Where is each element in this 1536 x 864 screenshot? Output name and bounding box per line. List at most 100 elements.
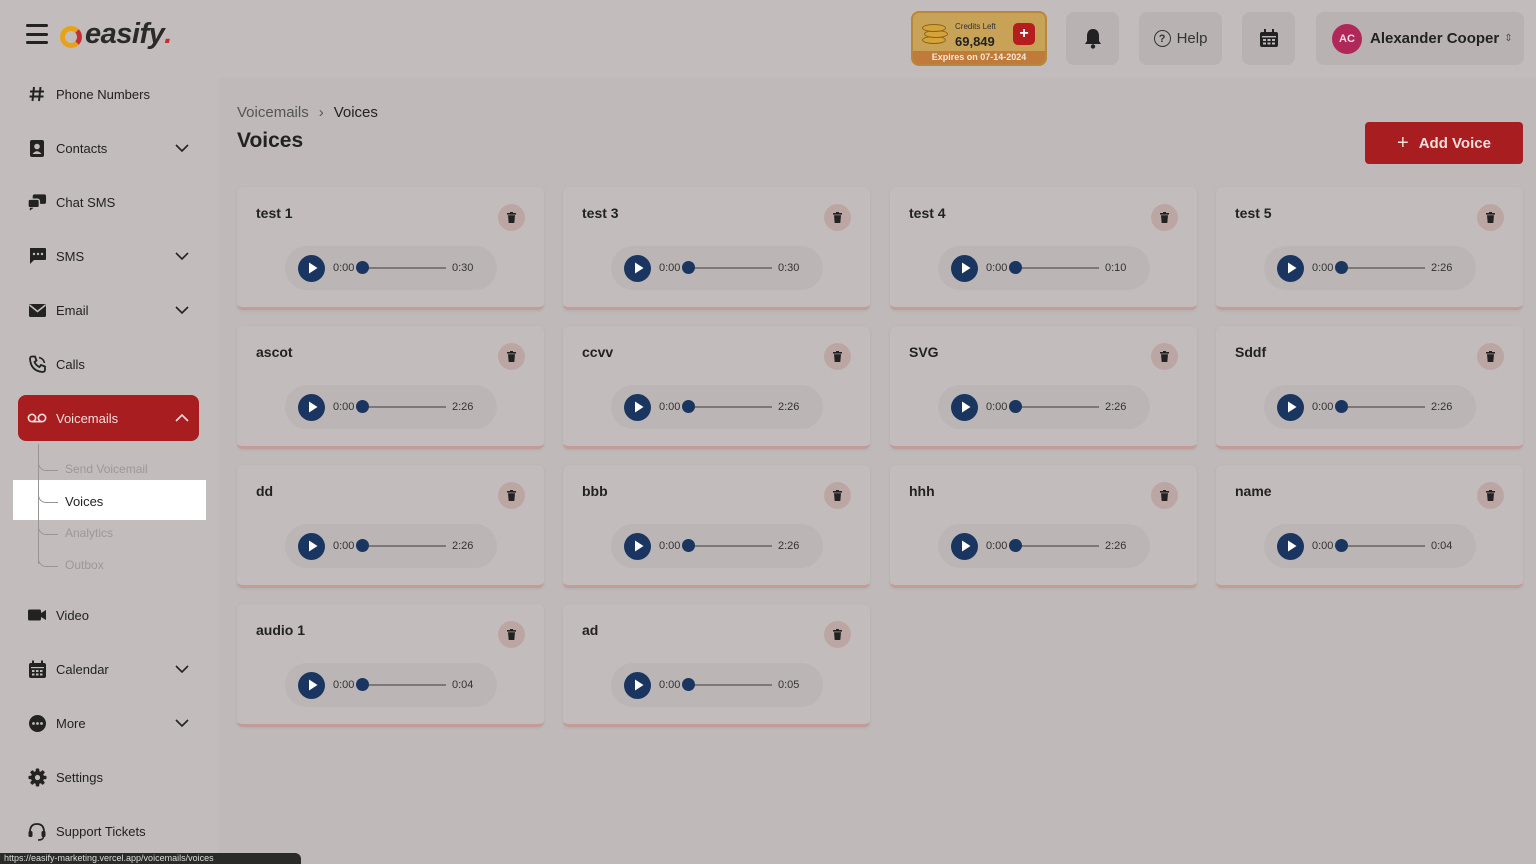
delete-voice-button[interactable] <box>824 621 851 648</box>
add-voice-button[interactable]: + Add Voice <box>1365 122 1523 164</box>
play-button[interactable] <box>1277 532 1304 560</box>
sidebar-item-voicemails[interactable]: Voicemails <box>18 395 199 441</box>
chevron-up-icon[interactable] <box>169 414 195 422</box>
play-button[interactable] <box>1277 393 1304 421</box>
chevron-down-icon[interactable] <box>169 144 195 152</box>
seek-bar[interactable] <box>682 261 772 274</box>
sub-item-voices[interactable]: Voices <box>65 494 103 509</box>
delete-voice-button[interactable] <box>824 204 851 231</box>
delete-voice-button[interactable] <box>1477 204 1504 231</box>
seek-bar[interactable] <box>1335 400 1425 413</box>
delete-voice-button[interactable] <box>1151 482 1178 509</box>
sidebar-item-support-tickets[interactable]: Support Tickets <box>18 808 199 854</box>
add-voice-label: Add Voice <box>1418 134 1491 152</box>
delete-voice-button[interactable] <box>498 204 525 231</box>
seek-bar[interactable] <box>356 261 446 274</box>
sub-item-outbox[interactable]: Outbox <box>65 558 104 572</box>
play-button[interactable] <box>624 671 651 699</box>
play-icon <box>1287 401 1297 413</box>
seek-thumb[interactable] <box>1335 539 1348 552</box>
seek-thumb[interactable] <box>356 400 369 413</box>
breadcrumb-parent[interactable]: Voicemails <box>237 104 309 121</box>
delete-voice-button[interactable] <box>498 621 525 648</box>
sidebar-item-more[interactable]: More <box>18 700 199 746</box>
seek-thumb[interactable] <box>682 678 695 691</box>
play-button[interactable] <box>298 393 325 421</box>
seek-bar[interactable] <box>1009 400 1099 413</box>
delete-voice-button[interactable] <box>824 343 851 370</box>
play-button[interactable] <box>298 671 325 699</box>
sidebar-item-email[interactable]: Email <box>18 287 199 333</box>
sidebar-item-calendar[interactable]: Calendar <box>18 646 199 692</box>
audio-player: 0:00 2:26 <box>1264 246 1476 290</box>
chevron-down-icon[interactable] <box>169 306 195 314</box>
sidebar-item-video[interactable]: Video <box>18 592 199 638</box>
delete-voice-button[interactable] <box>1477 482 1504 509</box>
user-menu-button[interactable]: AC Alexander Cooper ⇕ <box>1316 12 1524 65</box>
notifications-button[interactable] <box>1066 12 1119 65</box>
add-credits-button[interactable]: + <box>1013 23 1035 45</box>
sidebar-item-contacts[interactable]: Contacts <box>18 125 199 171</box>
seek-bar[interactable] <box>682 400 772 413</box>
play-button[interactable] <box>298 254 325 282</box>
delete-voice-button[interactable] <box>1151 204 1178 231</box>
sub-item-send-voicemail[interactable]: Send Voicemail <box>65 462 148 476</box>
calendar-button[interactable] <box>1242 12 1295 65</box>
delete-voice-button[interactable] <box>1477 343 1504 370</box>
sub-item-analytics[interactable]: Analytics <box>65 526 113 540</box>
sidebar-item-label: Support Tickets <box>56 823 146 839</box>
seek-bar[interactable] <box>682 678 772 691</box>
seek-thumb[interactable] <box>356 539 369 552</box>
chevron-down-icon[interactable] <box>169 665 195 673</box>
seek-thumb[interactable] <box>682 400 695 413</box>
delete-voice-button[interactable] <box>498 482 525 509</box>
seek-thumb[interactable] <box>682 539 695 552</box>
sidebar-item-phone-numbers[interactable]: Phone Numbers <box>18 71 199 117</box>
seek-bar[interactable] <box>356 400 446 413</box>
voice-card: bbb 0:00 2:26 <box>563 465 870 588</box>
sidebar-item-label: Contacts <box>56 140 108 156</box>
delete-voice-button[interactable] <box>498 343 525 370</box>
delete-voice-button[interactable] <box>1151 343 1178 370</box>
current-time: 0:00 <box>659 262 681 274</box>
seek-bar[interactable] <box>1335 261 1425 274</box>
help-button[interactable]: ? Help <box>1139 12 1222 65</box>
seek-thumb[interactable] <box>356 261 369 274</box>
play-button[interactable] <box>951 393 978 421</box>
seek-thumb[interactable] <box>356 678 369 691</box>
duration: 0:30 <box>778 262 800 274</box>
sidebar-item-sms[interactable]: SMS <box>18 233 199 279</box>
logo[interactable]: easify. <box>60 18 172 51</box>
seek-bar[interactable] <box>682 539 772 552</box>
seek-bar[interactable] <box>1009 539 1099 552</box>
play-button[interactable] <box>298 532 325 560</box>
seek-thumb[interactable] <box>1009 261 1022 274</box>
seek-thumb[interactable] <box>1335 261 1348 274</box>
seek-thumb[interactable] <box>1335 400 1348 413</box>
chevron-down-icon[interactable] <box>169 252 195 260</box>
seek-bar[interactable] <box>1335 539 1425 552</box>
sidebar-item-settings[interactable]: Settings <box>18 754 199 800</box>
sidebar-item-chat-sms[interactable]: Chat SMS <box>18 179 199 225</box>
trash-icon <box>507 490 516 501</box>
voice-card: test 1 0:00 0:30 <box>237 187 544 310</box>
play-button[interactable] <box>1277 254 1304 282</box>
seek-bar[interactable] <box>1009 261 1099 274</box>
seek-thumb[interactable] <box>1009 539 1022 552</box>
seek-thumb[interactable] <box>682 261 695 274</box>
delete-voice-button[interactable] <box>824 482 851 509</box>
play-button[interactable] <box>951 532 978 560</box>
current-time: 0:00 <box>659 401 681 413</box>
seek-bar[interactable] <box>356 539 446 552</box>
chevron-down-icon[interactable] <box>169 719 195 727</box>
play-button[interactable] <box>624 254 651 282</box>
menu-icon[interactable] <box>26 24 48 44</box>
credits-widget[interactable]: Credits Left 69,849 + Expires on 07-14-2… <box>911 11 1047 66</box>
play-button[interactable] <box>624 532 651 560</box>
seek-bar[interactable] <box>356 678 446 691</box>
sidebar-item-calls[interactable]: Calls <box>18 341 199 387</box>
play-button[interactable] <box>624 393 651 421</box>
play-button[interactable] <box>951 254 978 282</box>
seek-thumb[interactable] <box>1009 400 1022 413</box>
voice-name: test 1 <box>256 205 293 221</box>
